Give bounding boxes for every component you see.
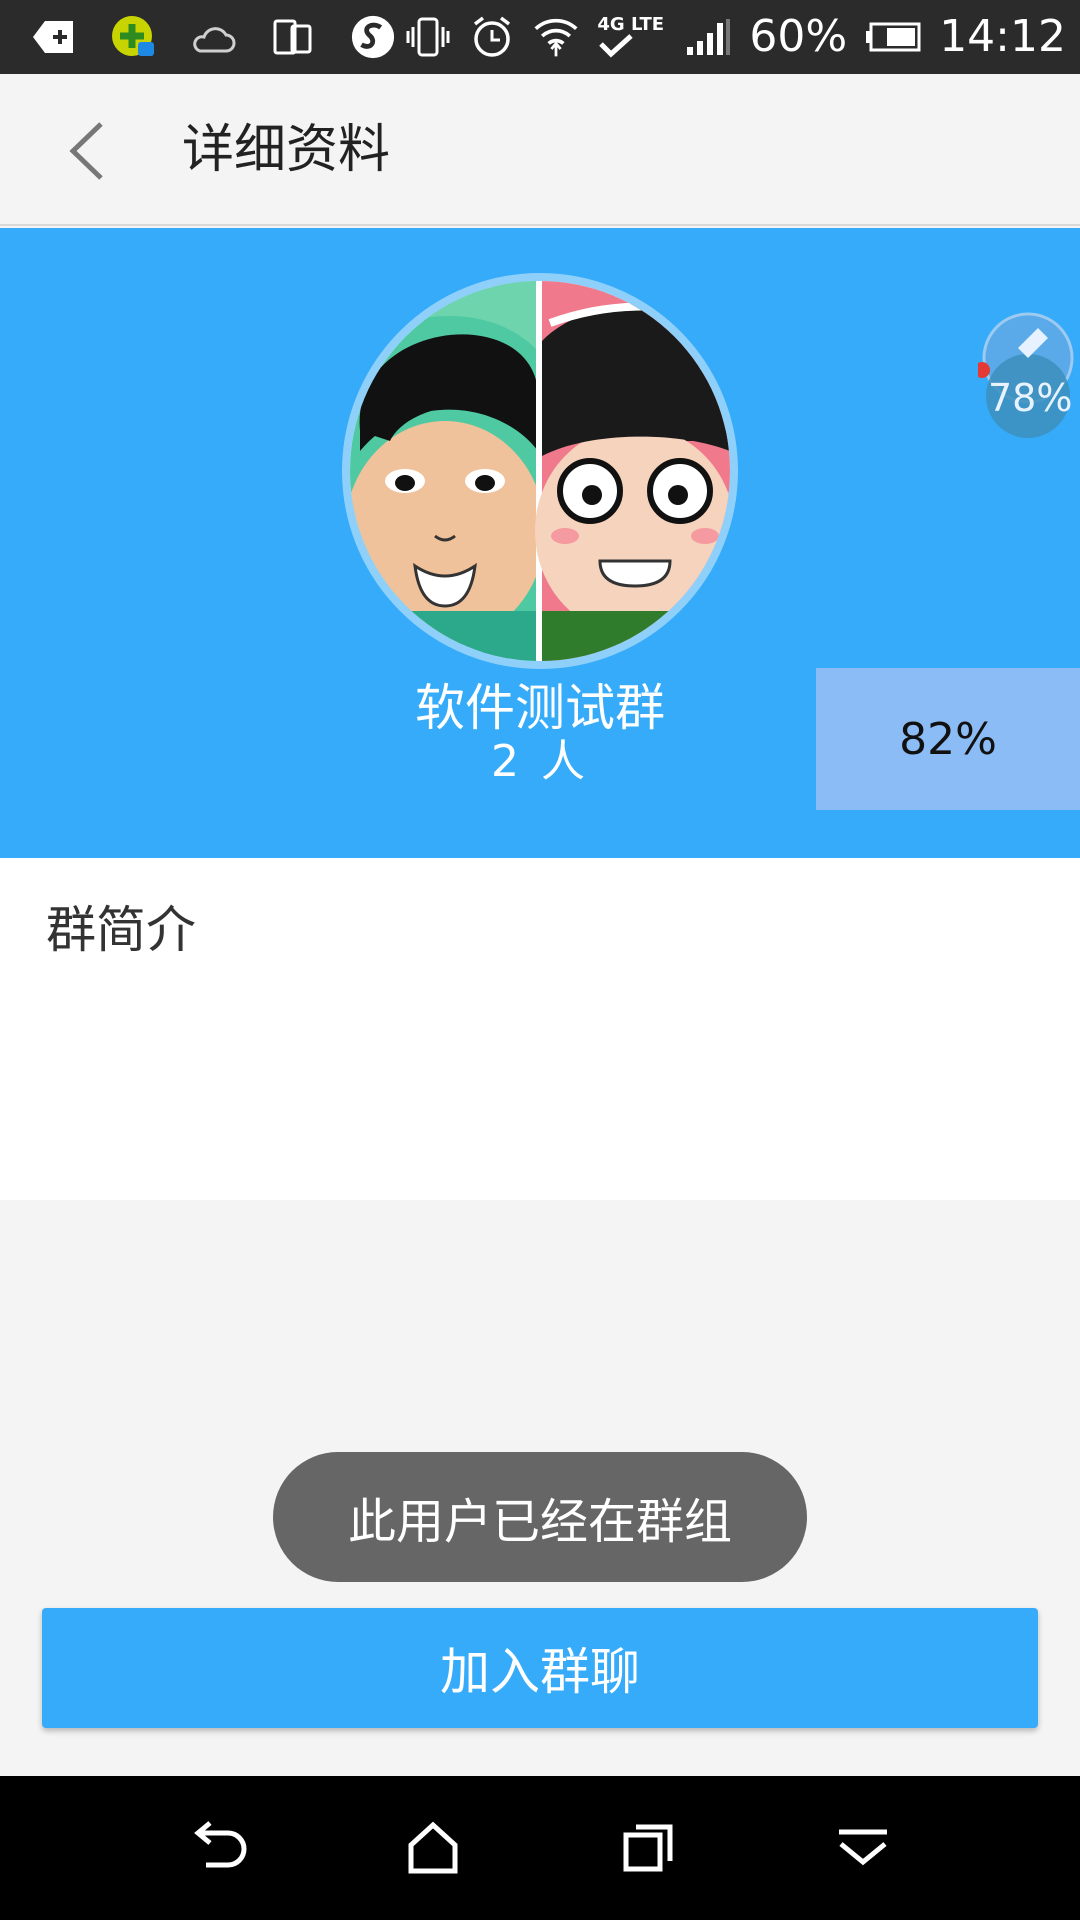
back-button[interactable] (52, 116, 122, 186)
s-app-icon (350, 14, 396, 60)
nav-collapse-button[interactable] (823, 1808, 903, 1888)
alarm-icon (469, 14, 515, 60)
status-bar-left (0, 14, 396, 60)
recents-icon (623, 1824, 672, 1872)
toast-message: 此用户已经在群组 (273, 1452, 807, 1582)
data-check-icon (599, 34, 634, 58)
cleaner-percent: 78% (988, 376, 1073, 420)
phone-tablet-icon (270, 14, 316, 60)
page-title: 详细资料 (182, 120, 391, 180)
group-intro-section: 群简介 (0, 858, 1080, 1200)
group-intro-title: 群简介 (46, 901, 196, 959)
nav-recents-button[interactable] (608, 1808, 688, 1888)
group-header: 78% 软件测试群 2 人 82% (0, 228, 1080, 858)
weather-icon (190, 14, 236, 60)
signal-icon (685, 14, 731, 60)
network-indicator: 4G LTE (597, 16, 667, 58)
clock: 14:12 (939, 11, 1066, 62)
status-bar: 4G LTE 60% 14:12 (0, 0, 1080, 74)
collapse-icon (838, 1829, 887, 1866)
avatar-image (350, 281, 730, 661)
chevron-left-icon (69, 122, 103, 180)
join-group-button[interactable]: 加入群聊 (42, 1608, 1038, 1728)
battery-icon (865, 14, 921, 60)
back-icon (193, 1821, 246, 1868)
nav-back-button[interactable] (178, 1808, 258, 1888)
nav-home-button[interactable] (393, 1808, 473, 1888)
app-header: 详细资料 (0, 74, 1080, 226)
group-avatar[interactable] (342, 273, 738, 669)
network-label: 4G LTE (597, 14, 665, 35)
wifi-icon (533, 14, 579, 60)
percent-overlay: 82% (816, 668, 1080, 810)
navigation-bar (0, 1776, 1080, 1920)
status-bar-right: 4G LTE 60% 14:12 (405, 14, 1080, 60)
home-icon (408, 1821, 457, 1874)
security-app-icon (110, 14, 156, 60)
floating-cleaner-widget[interactable]: 78% (974, 308, 1078, 448)
vibrate-icon (405, 14, 451, 60)
battery-percent: 60% (749, 11, 848, 62)
app-notify-icon (30, 14, 76, 60)
